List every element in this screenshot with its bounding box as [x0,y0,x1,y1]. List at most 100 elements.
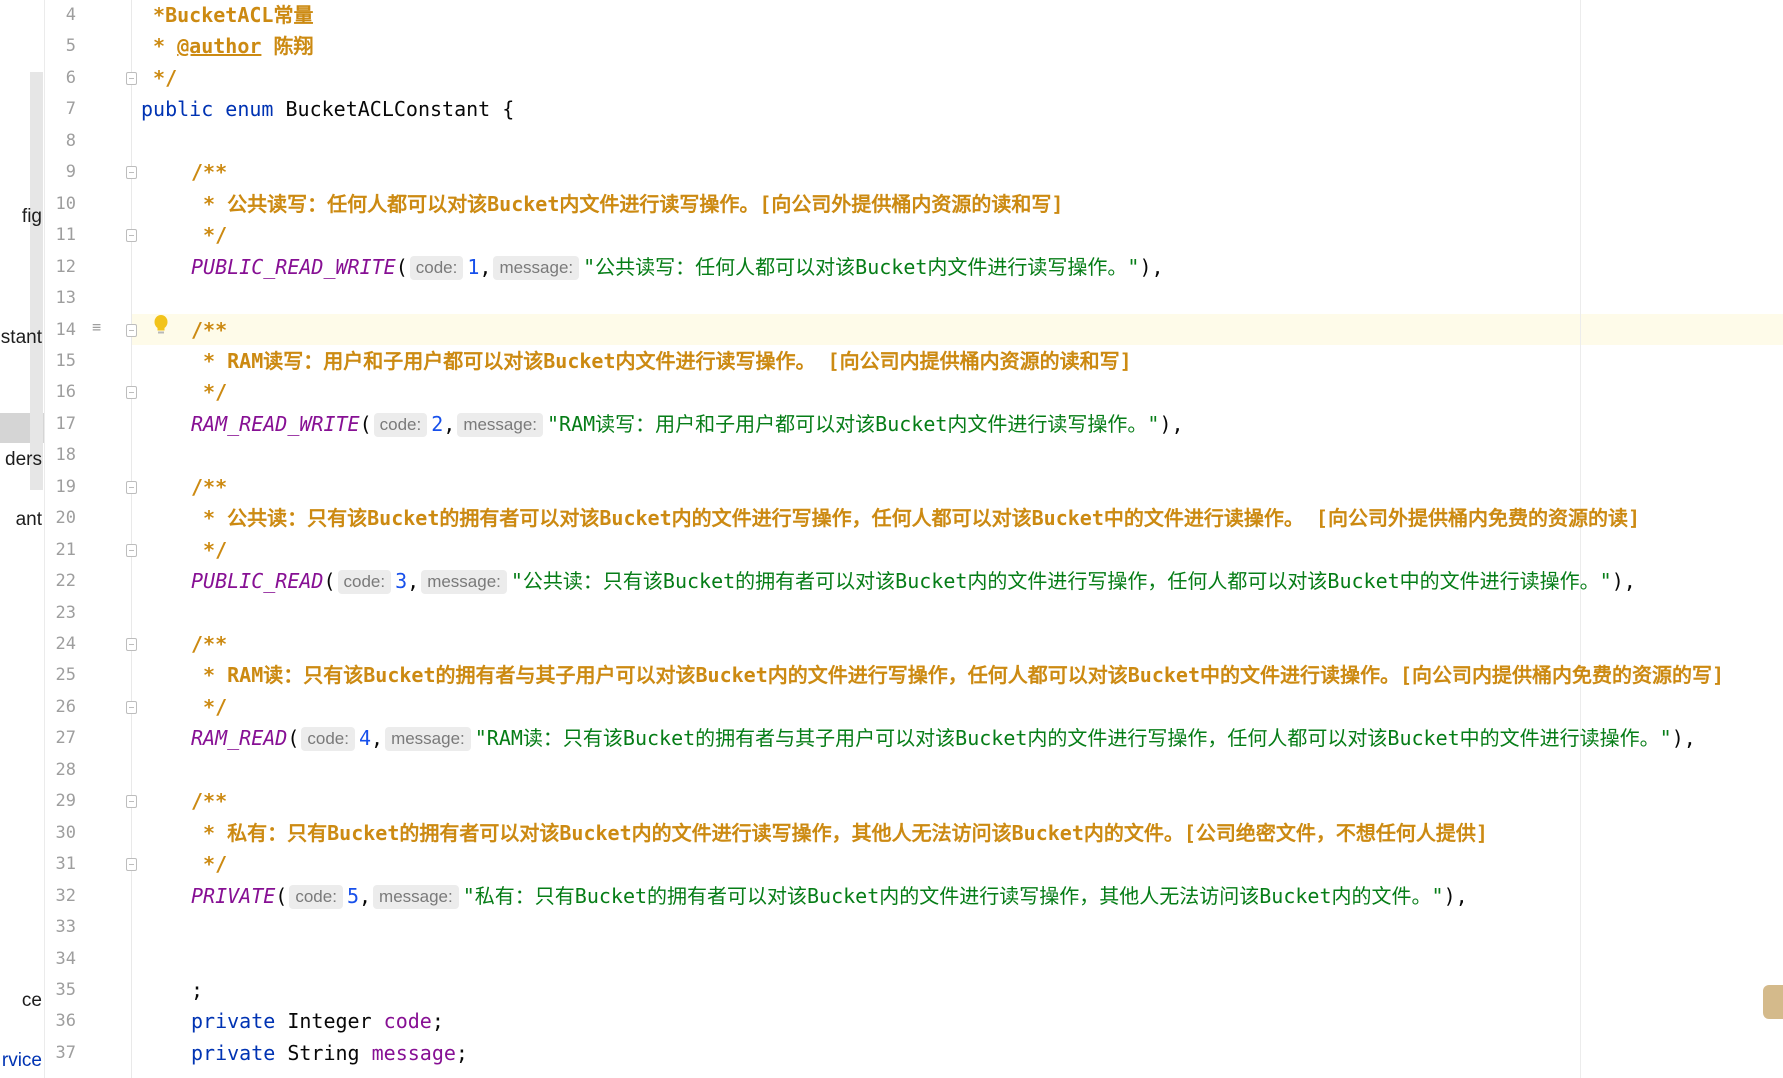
keyword-private: private [191,1009,276,1034]
lightbulb-icon[interactable] [153,314,169,336]
comma: , [371,726,384,751]
javadoc-open-line: /** [191,472,227,503]
tree-item-config[interactable]: fig [22,206,42,228]
enum-constant-line: PRIVATE(code: 5, message: "私有：只有Bucket的拥有者可… [191,881,1468,912]
tree-item-constant-2[interactable]: ant [16,509,42,531]
line-number: 12 [55,256,76,277]
line-number: 23 [55,602,76,623]
line-number: 24 [55,634,76,654]
javadoc-open: /** [191,160,228,185]
tree-item-service[interactable]: rvice [2,1050,42,1072]
paren-open: ( [323,569,336,594]
statement-end: ; [455,1040,468,1065]
enum-name[interactable]: BucketACLConstant { [286,97,515,121]
line-number: 5 [65,36,76,57]
enum-constant-name[interactable]: RAM_READ [191,726,287,750]
code-value: 5 [346,883,359,908]
code-value: 3 [395,569,408,594]
enum-constant-name[interactable]: RAM_READ_WRITE [191,412,360,436]
javadoc-title: *BucketACL常量 [141,3,314,27]
project-tree-scrollbar[interactable] [30,72,43,490]
line-number: 14 [55,319,76,340]
javadoc-close: */ [191,537,228,562]
code-line-37: private String message; [191,1038,468,1069]
javadoc-comment: * 公共读写：任何人都可以对该Bucket内文件进行读写操作。[向公司外提供桶内… [191,191,1064,216]
line-number: 26 [55,696,76,717]
line-number: 16 [55,382,76,403]
ai-assistant-icon[interactable] [1763,985,1783,1019]
enum-constant-line: RAM_READ_WRITE(code: 2, message: "RAM读写：用户和… [191,409,1184,440]
javadoc-close: */ [191,380,228,405]
fold-marker-icon[interactable] [126,229,137,243]
param-hint-code: code: [289,884,343,909]
param-hint-message: message: [373,884,459,909]
line-number: 27 [55,728,76,749]
enum-constant-name[interactable]: PUBLIC_READ [191,569,323,593]
code-line-35: ; [191,975,203,1006]
line-number: 19 [55,476,76,497]
tree-item-builders[interactable]: ders [5,449,42,471]
line-number: 33 [55,917,76,938]
line-number: 8 [65,130,76,151]
comma: , [479,254,492,279]
javadoc-open-line: /** [191,629,227,660]
javadoc-close-line: */ [191,377,227,408]
line-number: 31 [55,854,76,875]
field-code[interactable]: code [384,1009,432,1033]
line-number: 6 [65,67,76,88]
fold-marker-icon[interactable] [126,71,137,85]
author-tag[interactable]: @author [177,34,261,58]
message-string: "公共读写：任何人都可以对该Bucket内文件进行读写操作。" [583,254,1140,279]
param-hint-code: code: [301,727,355,752]
fold-marker-icon[interactable] [126,638,137,651]
editor-gutter[interactable]: 4 5 6 7 8 9 10 11 12 13 14 15 16 17 18 19 20 21 22 23 24 25 26… [45,0,132,1078]
fold-marker-icon[interactable] [126,386,137,400]
semicolon: ; [191,978,204,1002]
line-number: 11 [55,225,76,246]
fold-marker-icon[interactable] [126,795,137,809]
code-line-6: */ [141,63,177,94]
project-tree-strip: fig stant ders ant ce rvice [0,0,44,1078]
fold-marker-icon[interactable] [126,166,137,180]
code-value: 2 [431,411,444,436]
fold-marker-icon[interactable] [126,480,137,494]
param-hint-message: message: [421,570,507,595]
javadoc-open: /** [191,632,228,656]
line-number: 22 [55,571,76,592]
author-name: 陈翔 [261,34,314,59]
line-number: 17 [55,413,76,434]
paren-open: ( [395,254,408,279]
line-number: 25 [55,665,76,686]
type-integer: Integer [275,1009,384,1034]
constant-suffix: ), [1139,254,1164,279]
javadoc-close: */ [191,852,228,877]
code-line-7: public enum BucketACLConstant { [141,94,514,125]
comma: , [443,411,456,436]
code-value: 1 [467,254,480,279]
javadoc-comment: * RAM读：只有该Bucket的拥有者与其子用户可以对该Bucket内的文件进… [191,663,1725,688]
javadoc-open: /** [191,474,228,499]
enum-constant-name[interactable]: PUBLIC_READ_WRITE [191,255,396,279]
line-number: 20 [55,508,76,529]
field-message[interactable]: message [372,1041,456,1065]
right-margin-guide [1580,0,1581,1078]
param-hint-code: code: [337,570,392,595]
enum-constant-name[interactable]: PRIVATE [191,884,275,908]
fold-marker-icon[interactable] [126,323,137,337]
message-string: "RAM读：只有该Bucket的拥有者与其子用户可以对该Bucket内的文件进行… [474,726,1672,751]
keyword-public: public [141,97,214,122]
javadoc-close-line: */ [191,849,227,880]
fold-marker-icon[interactable] [126,858,137,872]
fold-marker-icon[interactable] [126,543,137,557]
javadoc-comment-line: * 公共读写：任何人都可以对该Bucket内文件进行读写操作。[向公司外提供桶内… [191,189,1063,220]
javadoc-comment-line: * RAM读：只有该Bucket的拥有者与其子用户可以对该Bucket内的文件进… [191,660,1724,691]
javadoc-close: */ [191,694,228,719]
fold-marker-icon[interactable] [126,700,137,714]
comma: , [407,569,420,594]
line-number: 9 [65,162,76,183]
tree-item-constant[interactable]: stant [1,327,42,349]
keyword-enum: enum [225,97,274,122]
render-doc-icon[interactable]: ≡ [92,319,108,335]
javadoc-comment: * RAM读写：用户和子用户都可以对该Bucket内文件进行读写操作。 [向公司… [191,348,1132,373]
tree-item-service-impl[interactable]: ce [22,990,42,1012]
